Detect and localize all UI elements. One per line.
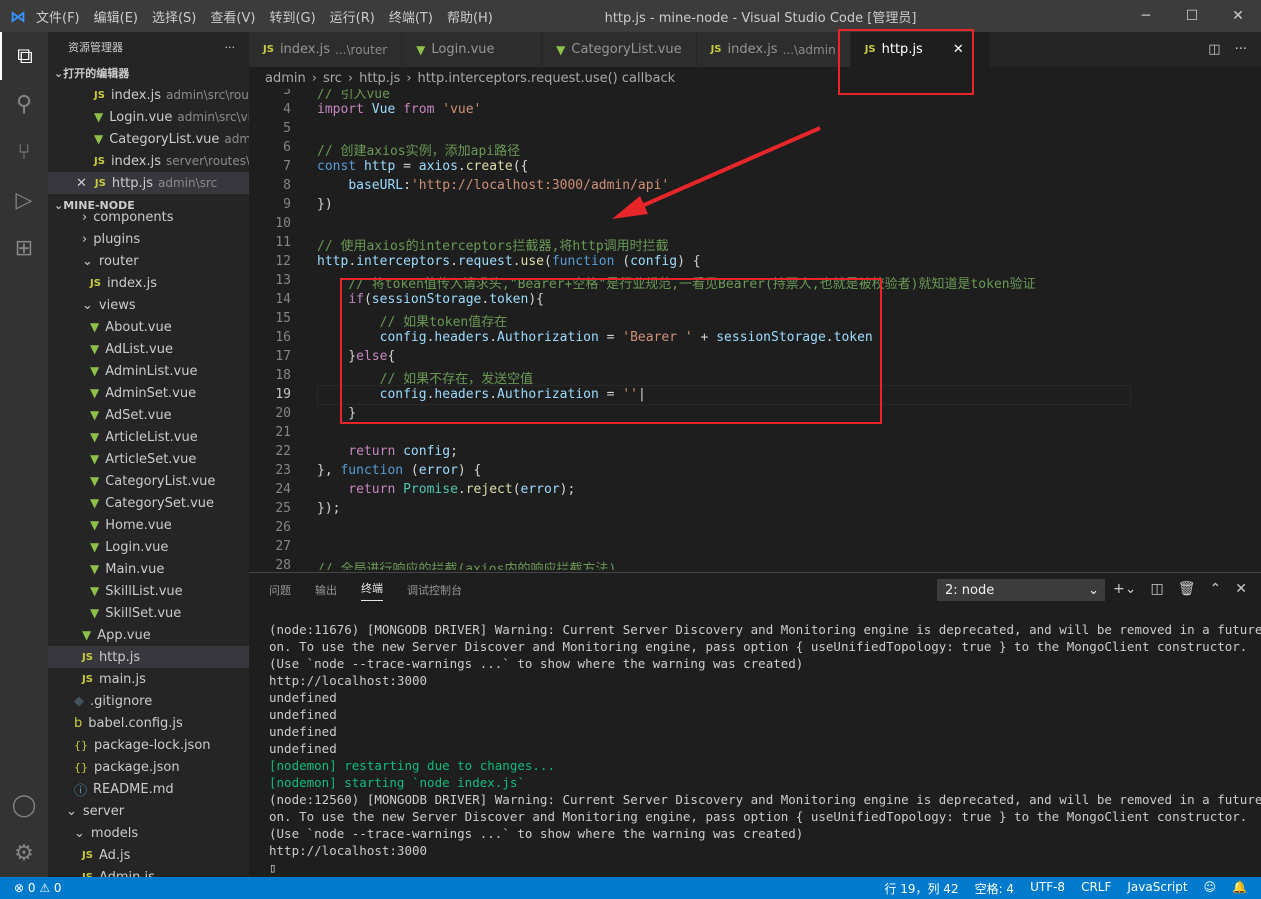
annotation-arrow	[612, 126, 821, 219]
